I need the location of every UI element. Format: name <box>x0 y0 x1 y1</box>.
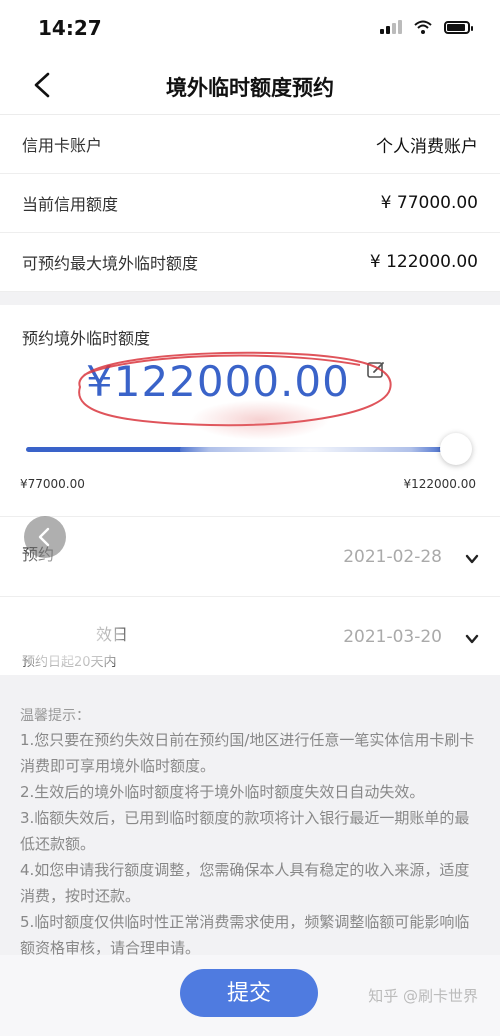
info-row-max-temp-limit: 可预约最大境外临时额度 ¥ 122000.00 <box>0 233 500 292</box>
effective-date-row[interactable]: 预约 2021-02-28 <box>0 516 500 597</box>
edit-icon[interactable] <box>366 360 386 380</box>
chevron-down-icon[interactable] <box>464 551 480 567</box>
submit-bar: 提交 知乎 @刷卡世界 <box>0 955 500 1036</box>
amount-slider-track[interactable] <box>26 447 456 452</box>
amount-slider-thumb[interactable] <box>440 433 472 465</box>
tips-section: 温馨提示： 1.您只要在预约失效日前在预约国/地区进行任意一笔实体信用卡刷卡消费… <box>0 695 500 961</box>
status-icons <box>380 20 473 34</box>
nav-bar: 境外临时额度预约 <box>0 56 500 115</box>
info-value: 个人消费账户 <box>376 136 478 157</box>
slider-min-label: ¥77000.00 <box>20 477 85 491</box>
signal-icon <box>380 20 402 34</box>
chevron-left-icon <box>38 527 50 547</box>
tip-item: 3.临额失效后，已用到临时额度的款项将计入银行最近一期账单的最低还款额。 <box>20 809 470 853</box>
tip-item: 4.如您申请我行额度调整，您需确保本人具有稳定的收入来源，适度消费，按时还款。 <box>20 861 470 905</box>
status-bar: 14:27 <box>0 0 500 56</box>
date-value: 2021-02-28 <box>343 547 442 567</box>
account-info-card: 信用卡账户 个人消费账户 当前信用额度 ¥ 77000.00 可预约最大境外临时… <box>0 115 500 292</box>
info-row-account: 信用卡账户 个人消费账户 <box>0 115 500 174</box>
expiry-date-row[interactable]: 效日 2021-03-20 预约日起20天内 <box>0 596 500 677</box>
status-time: 14:27 <box>38 16 102 40</box>
page-title: 境外临时额度预约 <box>166 76 334 100</box>
battery-icon <box>444 20 473 34</box>
floating-back-handle[interactable] <box>24 516 66 558</box>
watermark: 知乎 @刷卡世界 <box>368 987 478 1005</box>
date-sublabel: 预约日起20天内 <box>22 655 117 670</box>
chevron-down-icon[interactable] <box>464 631 480 647</box>
tip-item: 2.生效后的境外临时额度将于境外临时额度失效日自动失效。 <box>20 783 425 801</box>
wifi-icon <box>414 20 432 34</box>
info-label: 当前信用额度 <box>22 195 119 214</box>
date-label: 效日 <box>96 625 129 644</box>
info-label: 信用卡账户 <box>22 136 103 155</box>
tip-item: 5.临时额度仅供临时性正常消费需求使用，频繁调整临额可能影响临额资格审核，请合理… <box>20 913 470 957</box>
tip-item: 1.您只要在预约失效日前在预约国/地区进行任意一笔实体信用卡刷卡消费即可享用境外… <box>20 731 475 775</box>
info-label: 可预约最大境外临时额度 <box>22 254 199 273</box>
info-row-current-limit: 当前信用额度 ¥ 77000.00 <box>0 174 500 233</box>
amount-card: 预约境外临时额度 ¥122000.00 ¥77000.00 ¥122000.00… <box>0 305 500 675</box>
submit-button[interactable]: 提交 <box>180 969 318 1017</box>
blur-overlay <box>190 400 330 440</box>
tips-title: 温馨提示： <box>20 708 90 724</box>
info-value: ¥ 77000.00 <box>380 193 478 213</box>
info-value: ¥ 122000.00 <box>369 252 478 272</box>
amount-label: 预约境外临时额度 <box>22 329 151 348</box>
amount-value[interactable]: ¥122000.00 <box>86 357 350 406</box>
date-value: 2021-03-20 <box>343 627 442 647</box>
slider-max-label: ¥122000.00 <box>403 477 476 491</box>
